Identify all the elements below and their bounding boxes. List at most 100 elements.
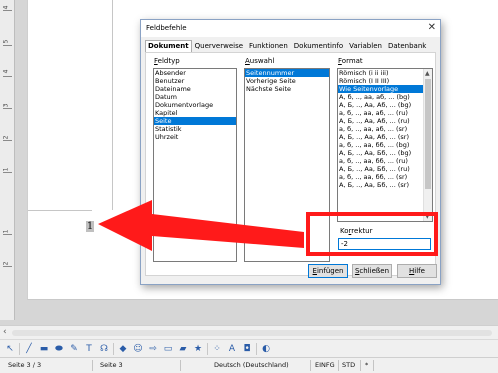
vertical-ruler: 4 5 4 3 2 1 1 2	[0, 0, 15, 320]
dialog-titlebar[interactable]: Feldbefehle ✕	[141, 20, 440, 37]
list-item[interactable]: a, б, .., aa, бб, ... (sr)	[338, 173, 432, 181]
fontwork-icon[interactable]: A	[226, 343, 238, 355]
auswahl-label-rest: uswahl	[249, 57, 275, 65]
horizontal-scrollbar[interactable]: ‹	[0, 325, 498, 339]
page-style[interactable]: Seite 3	[100, 361, 123, 369]
freeform-line-icon[interactable]: ✎	[68, 343, 80, 355]
status-divider	[360, 360, 361, 371]
ruler-number: 4	[2, 5, 10, 10]
ruler-tick	[3, 108, 12, 109]
ruler-tick	[3, 76, 12, 77]
help-label: ilfe	[414, 267, 425, 275]
feldtyp-label: Feldtyp	[154, 57, 180, 65]
ruler-number: 2	[2, 135, 10, 140]
ruler-tick	[3, 45, 12, 46]
text-boundary-horizontal	[28, 210, 92, 211]
list-item[interactable]: Römisch (i ii iii)	[338, 69, 432, 77]
format-list[interactable]: Römisch (i ii iii) Römisch (I II III) Wi…	[337, 68, 433, 222]
close-label: chließen	[359, 267, 390, 275]
scrollbar-thumb[interactable]	[425, 79, 431, 189]
list-item[interactable]: Statistik	[154, 125, 236, 133]
list-item[interactable]: A, Б, .., Aa, Бб, ... (ru)	[338, 165, 432, 173]
flowchart-icon[interactable]: ▭	[162, 343, 174, 355]
ruler-tick	[3, 234, 12, 235]
help-button[interactable]: Hilfe	[397, 264, 437, 278]
list-item-selected[interactable]: Seite	[154, 117, 236, 125]
selection-mode[interactable]: STD	[342, 361, 355, 369]
list-item[interactable]: A, Б, .., Aa, Бб, ... (bg)	[338, 149, 432, 157]
list-item[interactable]: A, Б, .., Aa, Aб, ... (bg)	[338, 101, 432, 109]
status-divider	[310, 360, 311, 371]
scroll-left-icon[interactable]: ‹	[3, 327, 7, 337]
tab-datenbank[interactable]: Datenbank	[385, 40, 429, 52]
list-item[interactable]: A, б, .., aa, aб, ... (bg)	[338, 93, 432, 101]
list-item[interactable]: a, б, .., aa, aб, ... (ru)	[338, 109, 432, 117]
list-item[interactable]: a, б, .., aa, бб, ... (ru)	[338, 157, 432, 165]
ellipse-icon[interactable]: ⬬	[53, 343, 65, 355]
text-box-icon[interactable]: T	[83, 343, 95, 355]
feldtyp-list[interactable]: Absender Benutzer Dateiname Datum Dokume…	[153, 68, 237, 262]
ruler-tick	[3, 140, 12, 141]
list-item[interactable]: Datum	[154, 93, 236, 101]
format-label: Format	[338, 57, 363, 65]
callout-icon[interactable]: ☊	[98, 343, 110, 355]
extrusion-icon[interactable]: ◘	[241, 343, 253, 355]
status-divider	[180, 360, 181, 371]
language-indicator[interactable]: Deutsch (Deutschland)	[214, 361, 289, 369]
modified-indicator: *	[365, 361, 369, 369]
list-item[interactable]: Absender	[154, 69, 236, 77]
list-item-selected[interactable]: Seitennummer	[245, 69, 329, 77]
ruler-number: 2	[2, 261, 10, 266]
tab-querverweise[interactable]: Querverweise	[192, 40, 246, 52]
insert-mode[interactable]: EINFG	[315, 361, 335, 369]
page-indicator[interactable]: Seite 3 / 3	[8, 361, 41, 369]
ruler-tick	[3, 10, 12, 11]
callouts-icon[interactable]: ▰	[177, 343, 189, 355]
list-item-selected[interactable]: Wie Seitenvorlage	[338, 85, 432, 93]
list-item[interactable]: Dokumentvorlage	[154, 101, 236, 109]
scroll-up-icon[interactable]: ▲	[425, 70, 430, 77]
list-item[interactable]: Römisch (I II III)	[338, 77, 432, 85]
ruler-number: 4	[2, 69, 10, 74]
list-item[interactable]: A, Б, .., Aa, Aб, ... (sr)	[338, 133, 432, 141]
page-number-field[interactable]: 1	[86, 221, 94, 232]
line-icon[interactable]: ╱	[23, 343, 35, 355]
stars-icon[interactable]: ★	[192, 343, 204, 355]
list-item[interactable]: Nächste Seite	[245, 85, 329, 93]
list-item[interactable]: Vorherige Seite	[245, 77, 329, 85]
scrollbar-thumb[interactable]	[12, 330, 492, 336]
basic-shapes-icon[interactable]: ◆	[117, 343, 129, 355]
auswahl-label: Auswahl	[245, 57, 274, 65]
tab-variablen[interactable]: Variablen	[346, 40, 385, 52]
close-icon[interactable]: ✕	[428, 22, 436, 33]
list-item[interactable]: Benutzer	[154, 77, 236, 85]
list-item[interactable]: Kapitel	[154, 109, 236, 117]
ruler-tick	[3, 266, 12, 267]
list-item[interactable]: Uhrzeit	[154, 133, 236, 141]
block-arrows-icon[interactable]: ⇨	[147, 343, 159, 355]
tab-dokumentinfo[interactable]: Dokumentinfo	[291, 40, 346, 52]
toolbar-separator	[207, 342, 208, 355]
status-divider	[92, 360, 93, 371]
ruler-number: 5	[2, 39, 10, 44]
list-item[interactable]: A, Б, .., Aa, Бб, ... (sr)	[338, 181, 432, 189]
rectangle-icon[interactable]: ▬	[38, 343, 50, 355]
points-icon[interactable]: ⁘	[211, 343, 223, 355]
close-button[interactable]: Schließen	[352, 264, 392, 278]
list-item[interactable]: Dateiname	[154, 85, 236, 93]
select-icon[interactable]: ↖	[4, 343, 16, 355]
status-bar: Seite 3 / 3 Seite 3 Deutsch (Deutschland…	[0, 357, 498, 373]
ruler-number: 1	[2, 167, 10, 172]
list-item[interactable]: a, б, .., aa, aб, ... (sr)	[338, 125, 432, 133]
tab-funktionen[interactable]: Funktionen	[246, 40, 291, 52]
shadow-icon[interactable]: ◐	[260, 343, 272, 355]
symbol-shapes-icon[interactable]: ☺	[132, 343, 144, 355]
list-item[interactable]: a, б, .., aa, бб, ... (bg)	[338, 141, 432, 149]
list-item[interactable]: A, Б, .., Aa, Aб, ... (ru)	[338, 117, 432, 125]
format-list-scrollbar[interactable]: ▲ ▼	[423, 69, 432, 221]
ruler-number: 1	[2, 229, 10, 234]
insert-button[interactable]: Einfügen	[308, 264, 348, 278]
drawing-toolbar: ↖ ╱ ▬ ⬬ ✎ T ☊ ◆ ☺ ⇨ ▭ ▰ ★ ⁘ A ◘ ◐	[0, 339, 498, 357]
format-label-rest: ormat	[341, 57, 363, 65]
highlight-box	[306, 212, 438, 256]
